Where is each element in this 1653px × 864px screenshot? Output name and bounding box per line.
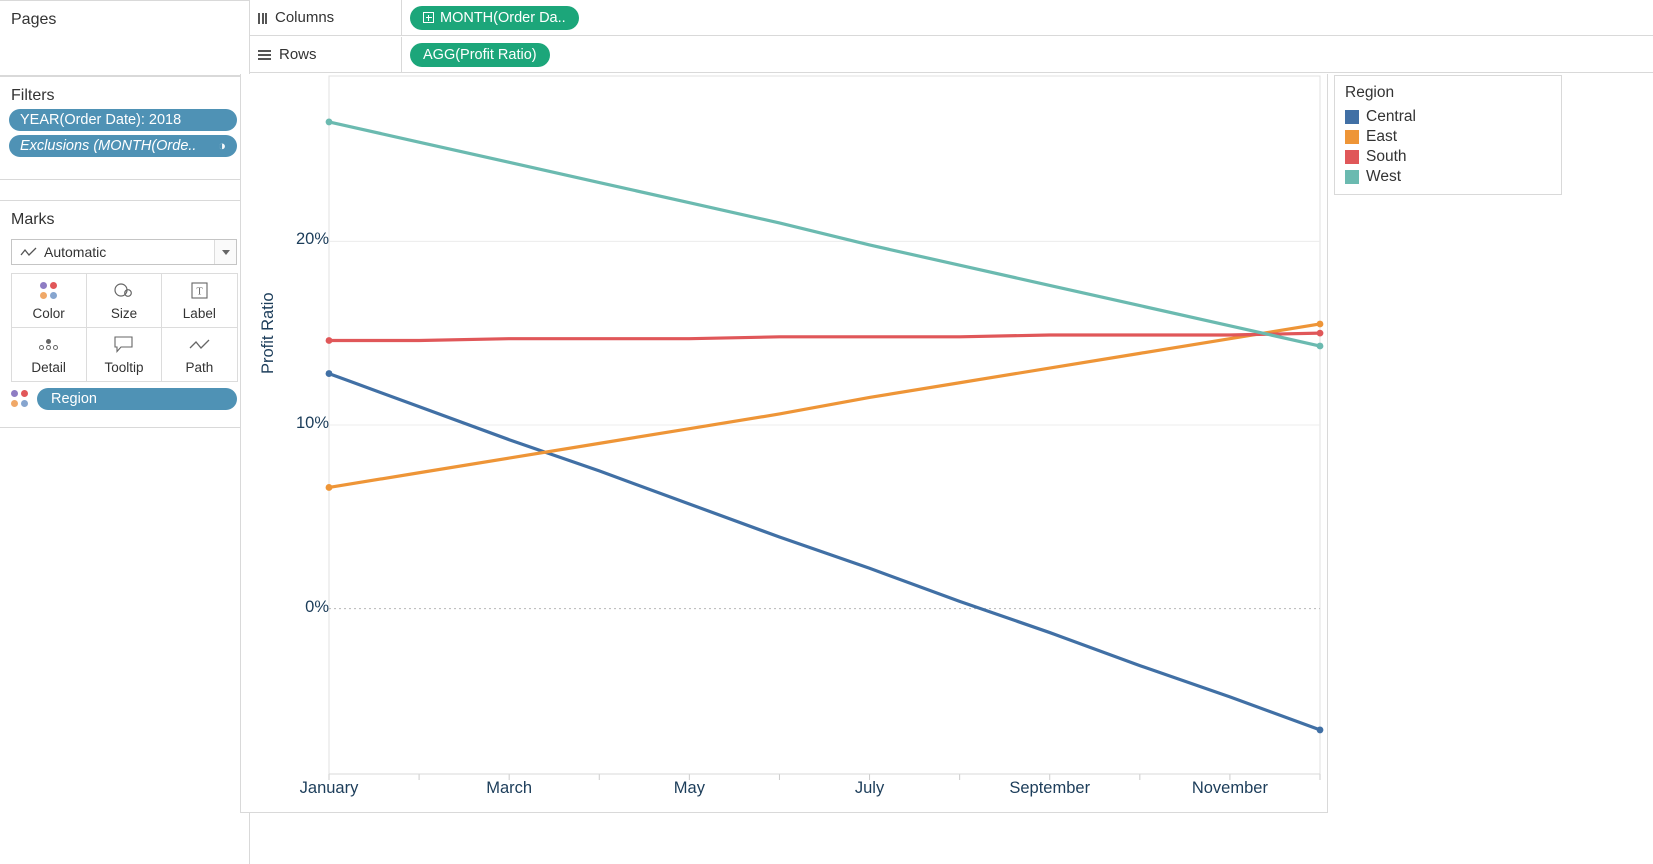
marks-button-grid: Color Size T Label Detail Tooltip Path (10, 272, 238, 382)
marks-label-button[interactable]: T Label (161, 272, 238, 328)
marks-color-button[interactable]: Color (10, 272, 87, 328)
columns-shelf[interactable]: Columns MONTH(Order Da.. (250, 0, 1653, 36)
legend-swatch (1345, 130, 1359, 144)
legend-item-east[interactable]: East (1345, 127, 1551, 147)
color-dots-icon (39, 280, 58, 302)
marks-region-pill[interactable]: Region (37, 388, 237, 410)
filter-pill-exclusions-label: Exclusions (MONTH(Orde.. (20, 138, 197, 154)
marks-tooltip-label: Tooltip (104, 359, 144, 375)
path-line-icon (189, 334, 210, 356)
marks-label-label: Label (182, 305, 216, 321)
tooltip-bubble-icon (114, 334, 134, 356)
marks-size-label: Size (110, 305, 138, 321)
color-dots-icon (11, 390, 29, 408)
legend-title: Region (1345, 84, 1395, 101)
columns-pill-label: MONTH(Order Da.. (440, 9, 566, 26)
mark-type-select[interactable]: Automatic (11, 239, 237, 265)
shelf-area: Columns MONTH(Order Da.. Rows AGG(Profit… (250, 0, 1653, 74)
x-axis-tick-label: May (673, 779, 705, 797)
detail-dots-icon (38, 334, 60, 356)
label-T-icon: T (191, 280, 208, 302)
pages-title: Pages (11, 11, 57, 28)
y-axis-ticks: 20% 10% 0% (261, 74, 329, 774)
marks-region-pill-label: Region (51, 391, 97, 407)
y-axis-tick-label: 20% (295, 230, 329, 249)
marks-title: Marks (11, 211, 55, 228)
legend-item-central[interactable]: Central (1345, 107, 1551, 127)
x-axis-ticks: January March May July September November (241, 773, 1329, 813)
expand-plus-icon[interactable] (423, 12, 434, 23)
x-axis-tick-label: January (299, 779, 359, 797)
rows-shelf-label-group: Rows (250, 36, 402, 73)
marks-detail-button[interactable]: Detail (10, 326, 87, 382)
size-circles-icon (113, 280, 135, 302)
filters-title: Filters (11, 87, 55, 104)
rows-pill-agg-profit-ratio[interactable]: AGG(Profit Ratio) (410, 42, 550, 67)
chart-view[interactable]: Profit Ratio 20% 10% 0% January March May Jul… (240, 74, 1328, 813)
tableau-worksheet: Pages Filters YEAR(Order Date): 2018 Exc… (0, 0, 1653, 864)
filters-card[interactable]: Filters YEAR(Order Date): 2018 Exclusion… (0, 76, 250, 180)
marks-path-label: Path (185, 359, 214, 375)
legend-swatch (1345, 150, 1359, 164)
mark-type-dropdown-arrow[interactable] (214, 240, 236, 264)
columns-shelf-dropzone[interactable]: MONTH(Order Da.. (402, 0, 1653, 36)
rows-icon (258, 49, 271, 60)
x-axis-tick-label: November (1191, 779, 1268, 797)
marks-card[interactable]: Marks Automatic Color Size T Label Detai… (0, 200, 250, 428)
marks-color-label: Color (32, 305, 65, 321)
legend-item-west[interactable]: West (1345, 167, 1551, 187)
rows-shelf-dropzone[interactable]: AGG(Profit Ratio) (402, 37, 1653, 73)
rows-shelf-label: Rows (279, 46, 317, 63)
hidden-eye-icon[interactable]: ◑ (218, 135, 226, 157)
color-legend[interactable]: Region Central East South West (1334, 75, 1562, 195)
columns-pill-month-order-date[interactable]: MONTH(Order Da.. (410, 5, 579, 30)
marks-path-button[interactable]: Path (161, 326, 238, 382)
columns-icon (258, 12, 267, 24)
marks-detail-label: Detail (31, 359, 66, 375)
left-panel: Pages Filters YEAR(Order Date): 2018 Exc… (0, 0, 250, 864)
marks-color-pill-row: Region (11, 388, 237, 410)
x-axis-tick-label: March (486, 779, 533, 797)
legend-swatch (1345, 110, 1359, 124)
legend-item-label: West (1366, 168, 1402, 185)
plot-wrapper: Profit Ratio 20% 10% 0% January March May Jul… (241, 74, 1329, 813)
legend-swatch (1345, 170, 1359, 184)
pages-card[interactable]: Pages (0, 0, 250, 76)
rows-shelf[interactable]: Rows AGG(Profit Ratio) (250, 36, 1653, 73)
y-axis-tick-label: 10% (295, 414, 329, 432)
legend-item-label: South (1366, 148, 1407, 165)
x-axis-tick-label: July (854, 779, 885, 797)
x-axis-tick-label: September (1009, 779, 1091, 797)
filter-pill-year[interactable]: YEAR(Order Date): 2018 (9, 109, 237, 131)
y-axis-tick-label: 0% (305, 597, 329, 616)
rows-pill-label: AGG(Profit Ratio) (423, 46, 537, 63)
mark-type-label: Automatic (44, 244, 107, 260)
left-panel-empty-space (0, 428, 250, 864)
columns-shelf-label: Columns (275, 9, 335, 26)
svg-text:T: T (196, 287, 202, 298)
chevron-down-icon (221, 249, 230, 255)
line-mark-icon (20, 247, 37, 258)
columns-shelf-label-group: Columns (250, 0, 402, 36)
legend-item-south[interactable]: South (1345, 147, 1551, 167)
filter-pill-year-label: YEAR(Order Date): 2018 (20, 112, 182, 128)
legend-item-label: East (1366, 128, 1398, 145)
plot-svg (325, 75, 1324, 780)
filter-pill-exclusions[interactable]: Exclusions (MONTH(Orde.. ◑ (9, 135, 237, 157)
legend-item-label: Central (1366, 108, 1416, 125)
marks-size-button[interactable]: Size (85, 272, 163, 328)
legend-items: Central East South West (1335, 107, 1561, 187)
marks-tooltip-button[interactable]: Tooltip (85, 326, 163, 382)
